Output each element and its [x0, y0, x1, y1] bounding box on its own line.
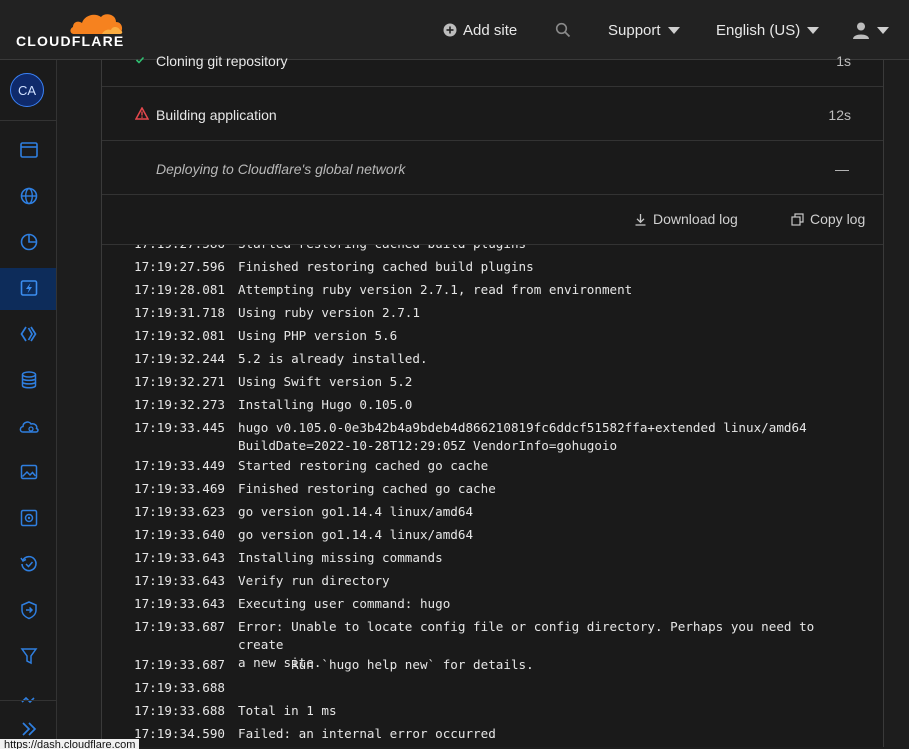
- step-label: Building application: [156, 107, 277, 123]
- step-build[interactable]: Building application 12s: [102, 87, 883, 141]
- log-message: Started restoring cached build plugins: [238, 245, 858, 253]
- step-duration: —: [835, 161, 849, 177]
- download-log-label: Download log: [653, 211, 738, 227]
- build-log[interactable]: 17:19:27.586 Started restoring cached bui…: [102, 245, 883, 747]
- log-message: Attempting ruby version 2.7.1, read from…: [238, 282, 633, 297]
- log-message: go version go1.14.4 linux/amd64: [238, 527, 474, 542]
- log-message: Installing missing commands: [238, 550, 443, 565]
- copy-log-button[interactable]: Copy log: [791, 211, 865, 227]
- websites-icon[interactable]: [18, 139, 40, 161]
- log-timestamp: 17:19:33.688: [134, 703, 225, 718]
- zero-trust-icon[interactable]: [18, 599, 40, 621]
- log-toolbar: Download log Copy log: [102, 195, 883, 245]
- log-timestamp: 17:19:32.081: [134, 328, 225, 343]
- cloudflare-cloud-icon: [70, 14, 123, 34]
- log-timestamp: 17:19:33.449: [134, 458, 225, 473]
- gear-box-icon[interactable]: [18, 507, 40, 529]
- log-message: Using Swift version 5.2: [238, 374, 413, 389]
- log-message: Failed: an internal error occurred: [238, 726, 496, 741]
- log-message: Executing user command: hugo: [238, 596, 451, 611]
- log-timestamp: 17:19:32.244: [134, 351, 225, 366]
- check-icon: [135, 56, 145, 64]
- copy-icon: [791, 212, 804, 226]
- log-timestamp: 17:19:28.081: [134, 282, 225, 297]
- filter-icon[interactable]: [18, 645, 40, 667]
- download-log-button[interactable]: Download log: [634, 211, 738, 227]
- expand-icon[interactable]: [18, 718, 40, 740]
- warning-icon: [135, 107, 149, 120]
- analytics-icon[interactable]: [18, 231, 40, 253]
- copy-log-label: Copy log: [810, 211, 866, 227]
- sidebar: CA: [0, 60, 57, 747]
- step-deploy[interactable]: Deploying to Cloudflare's global network…: [102, 141, 883, 195]
- log-timestamp: 17:19:32.273: [134, 397, 225, 412]
- storage-icon[interactable]: [18, 369, 40, 391]
- pages-icon[interactable]: [18, 277, 40, 299]
- log-timestamp: 17:19:33.623: [134, 504, 225, 519]
- log-message: Installing Hugo 0.105.0: [238, 397, 413, 412]
- history-icon[interactable]: [18, 553, 40, 575]
- log-message: Using PHP version 5.6: [238, 328, 398, 343]
- log-timestamp: 17:19:32.271: [134, 374, 225, 389]
- log-message: Run `hugo help new` for details.: [238, 657, 534, 672]
- log-timestamp: 17:19:33.640: [134, 527, 225, 542]
- step-label: Deploying to Cloudflare's global network: [156, 161, 406, 177]
- log-timestamp: 17:19:33.687: [134, 619, 225, 634]
- sidebar-bottom-divider: [0, 700, 56, 701]
- log-message: Finished restoring cached go cache: [238, 481, 496, 496]
- log-message: Finished restoring cached build plugins: [238, 259, 534, 274]
- download-icon: [635, 213, 646, 226]
- cloud-upload-icon[interactable]: [18, 415, 40, 437]
- log-message: Started restoring cached go cache: [238, 458, 489, 473]
- log-message: Total in 1 ms: [238, 703, 337, 718]
- log-message: Verify run directory: [238, 573, 390, 588]
- step-duration: 12s: [828, 107, 851, 123]
- step-duration: 1s: [836, 53, 851, 69]
- link-status-bar: https://dash.cloudflare.com: [0, 739, 140, 749]
- log-timestamp: 17:19:33.688: [134, 680, 225, 695]
- log-timestamp: 17:19:27.586: [134, 245, 234, 253]
- log-message: 5.2 is already installed.: [238, 351, 428, 366]
- globe-icon[interactable]: [18, 185, 40, 207]
- log-timestamp: 17:19:33.687: [134, 657, 225, 672]
- sidebar-divider: [0, 120, 56, 121]
- avatar-initials: CA: [17, 82, 37, 98]
- images-icon[interactable]: [18, 461, 40, 483]
- deployment-panel: Cloning git repository 1s Building appli…: [101, 53, 884, 747]
- log-message: go version go1.14.4 linux/amd64: [238, 504, 474, 519]
- log-timestamp: 17:19:33.643: [134, 573, 225, 588]
- step-label: Cloning git repository: [156, 53, 288, 69]
- log-timestamp: 17:19:33.469: [134, 481, 225, 496]
- workers-icon[interactable]: [18, 323, 40, 345]
- status-url: https://dash.cloudflare.com: [4, 739, 136, 749]
- log-message: hugo v0.105.0-0e3b42b4a9bdeb4d866210819f…: [238, 420, 807, 453]
- account-avatar[interactable]: CA: [10, 73, 44, 107]
- log-timestamp: 17:19:33.643: [134, 550, 225, 565]
- log-timestamp: 17:19:34.590: [134, 726, 225, 741]
- more-icon[interactable]: [18, 688, 40, 710]
- log-timestamp: 17:19:31.718: [134, 305, 225, 320]
- step-clone[interactable]: Cloning git repository 1s: [102, 33, 883, 87]
- log-timestamp: 17:19:33.643: [134, 596, 225, 611]
- log-timestamp: 17:19:33.445: [134, 420, 225, 435]
- log-timestamp: 17:19:27.596: [134, 259, 225, 274]
- log-message: Using ruby version 2.7.1: [238, 305, 420, 320]
